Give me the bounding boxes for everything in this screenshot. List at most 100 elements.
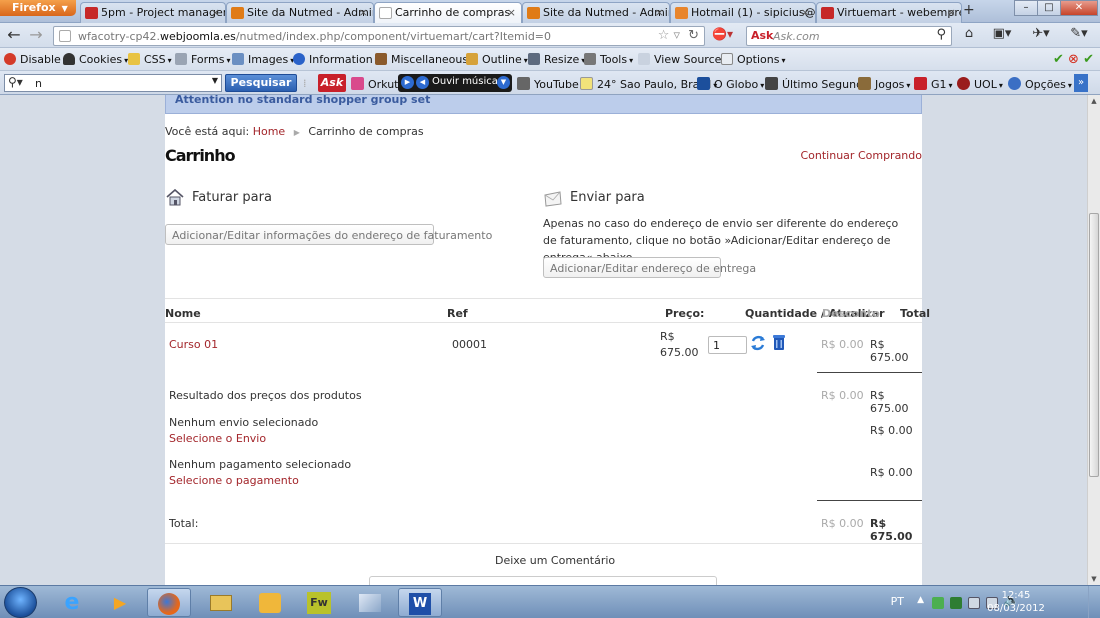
language-indicator[interactable]: PT [891,595,904,608]
opcoes-icon [1008,77,1021,90]
home-icon[interactable]: ⌂ [955,26,983,46]
tab-5pm[interactable]: 5pm - Project managem...× [80,2,226,23]
tab-nutmed-admin-1[interactable]: Site da Nutmed - Admin...× [226,2,374,23]
minimize-button[interactable]: – [1014,0,1038,16]
tools-menu-icon[interactable]: ✎▾ [1062,26,1096,46]
show-desktop-button[interactable] [1088,586,1100,618]
jogos-link[interactable]: Jogos ▾ [858,77,910,91]
oglobo-link[interactable]: O Globo ▾ [697,77,764,91]
close-tab-icon[interactable]: × [507,6,516,19]
select-payment-link[interactable]: Selecione o pagamento [169,474,299,487]
scroll-up-arrow-icon[interactable]: ▲ [1088,95,1100,107]
addon-icon[interactable]: ⛔▾ [712,27,733,45]
error-icon[interactable]: ⊗ [1068,52,1079,67]
dev-forms[interactable]: Forms ▾ [175,53,230,66]
music-player[interactable]: ▶ ◀ Ouvir música ▼ [398,74,512,92]
volume-icon[interactable]: ◀ [416,76,429,89]
back-button[interactable]: ← [4,26,24,46]
close-tab-icon[interactable]: × [655,6,664,19]
select-shipping-link[interactable]: Selecione o Envio [169,432,266,445]
show-hidden-icons-icon[interactable]: ▲ [917,595,924,605]
ask-button[interactable]: Ask [318,74,346,92]
word-label: W [409,593,431,615]
close-window-button[interactable]: ✕ [1060,0,1098,16]
search-box[interactable]: Ask Ask.com ⚲ [746,26,952,46]
scrollbar-thumb[interactable] [1089,213,1099,477]
dev-disable[interactable]: Disable▾ [4,53,67,66]
ultimo-segundo-link[interactable]: Último Segundo [765,77,870,91]
close-tab-icon[interactable]: × [801,6,810,19]
dev-outline[interactable]: Outline ▾ [466,53,528,66]
g1-link[interactable]: G1 ▾ [914,77,953,91]
tab-virtuemart[interactable]: Virtuemart - webempres...× [816,2,962,23]
explorer-taskbar-icon[interactable] [199,588,243,617]
close-tab-icon[interactable]: × [947,6,956,19]
tab-carrinho[interactable]: Carrinho de compras × [374,2,522,24]
youtube-link[interactable]: YouTube [517,77,579,91]
dev-options[interactable]: Options ▾ [721,53,785,66]
firefox-menu-button[interactable]: Firefox ▼ [0,0,76,16]
scroll-down-arrow-icon[interactable]: ▼ [1088,573,1100,585]
dev-miscellaneous[interactable]: Miscellaneous▾ [375,53,474,66]
search-icon[interactable]: ⚲ [936,27,946,42]
dev-label: Options [737,53,780,66]
dev-information[interactable]: Information▾ [293,53,379,66]
check-icon[interactable]: ✔ [1053,52,1064,67]
dev-css[interactable]: CSS ▾ [128,53,172,66]
dev-resize[interactable]: Resize▾ [528,53,585,66]
pesquisar-button[interactable]: Pesquisar [225,74,297,92]
search-placeholder: Ask.com [773,30,820,43]
miscellaneous-icon [375,53,387,65]
uol-link[interactable]: UOL ▾ [957,77,1003,91]
firefox-taskbar-icon[interactable] [147,588,191,617]
toolbar-search-input[interactable]: ⚲▾ n ▼ [4,74,222,92]
opcoes-menu[interactable]: Opções ▾ [1008,77,1072,91]
tab-hotmail[interactable]: Hotmail (1) - sipicius@h...× [670,2,816,23]
tab-nutmed-admin-2[interactable]: Site da Nutmed - Admin...× [522,2,670,23]
vertical-scrollbar[interactable]: ▲ ▼ [1087,95,1100,585]
delete-trash-icon[interactable] [773,335,785,351]
tab-label: Site da Nutmed - Admin... [247,6,373,19]
reload-icon[interactable]: ↻ [688,28,699,43]
edit-billing-address-button[interactable]: Adicionar/Editar informações do endereço… [165,224,492,245]
close-tab-icon[interactable]: × [359,6,368,19]
internet-explorer-taskbar-icon[interactable]: e [50,588,94,617]
media-player-taskbar-icon[interactable]: ▶ [98,588,142,617]
play-icon[interactable]: ▶ [401,76,414,89]
tray-app-icon[interactable] [932,597,944,609]
maximize-button[interactable]: □ [1037,0,1061,16]
product-name-link[interactable]: Curso 01 [169,338,218,351]
start-button[interactable] [4,587,37,618]
bookmark-star-icon[interactable]: ☆ ▿ [658,28,680,43]
firefox-menu-label: Firefox [12,1,56,14]
address-bar[interactable]: wfacotry-cp42.webjoomla.es/nutmed/index.… [53,26,705,46]
edit-shipping-address-button[interactable]: Adicionar/Editar endereço de entrega [543,257,756,278]
orkut-link[interactable]: Orkut [351,77,399,91]
player-dropdown-icon[interactable]: ▼ [497,76,510,89]
css-icon [128,53,140,65]
continue-shopping-link[interactable]: Continuar Comprando [800,149,922,162]
tray-security-icon[interactable] [950,597,962,609]
pen-tool-taskbar-icon[interactable] [348,588,392,617]
check-icon[interactable]: ✔ [1083,52,1094,67]
outlook-taskbar-icon[interactable] [248,588,292,617]
forward-button[interactable]: → [26,26,46,46]
dev-images[interactable]: Images ▾ [232,53,294,66]
toolbar-menu-icon[interactable]: ▣▾ [985,26,1019,46]
fireworks-taskbar-icon[interactable]: Fw [297,588,341,617]
update-refresh-icon[interactable] [750,334,766,352]
breadcrumb-current: Carrinho de compras [308,125,424,138]
more-tools-chevron-icon[interactable]: » [1074,74,1088,92]
word-taskbar-icon[interactable]: W [398,588,442,617]
addon-menu-icon[interactable]: ✈▾ [1024,26,1058,46]
dev-view-source[interactable]: View Source▾ [638,53,727,66]
quantity-input[interactable]: 1 [708,336,747,354]
breadcrumb-home-link[interactable]: Home [253,125,285,138]
dropdown-arrow-icon[interactable]: ▼ [212,76,218,85]
dev-tools[interactable]: Tools ▾ [584,53,633,66]
dev-cookies[interactable]: Cookies ▾ [63,53,128,66]
new-tab-button[interactable]: + [963,2,975,18]
comment-textarea[interactable] [369,576,717,585]
close-tab-icon[interactable]: × [211,6,220,19]
system-clock[interactable]: 12:45 08/03/2012 [976,589,1056,615]
